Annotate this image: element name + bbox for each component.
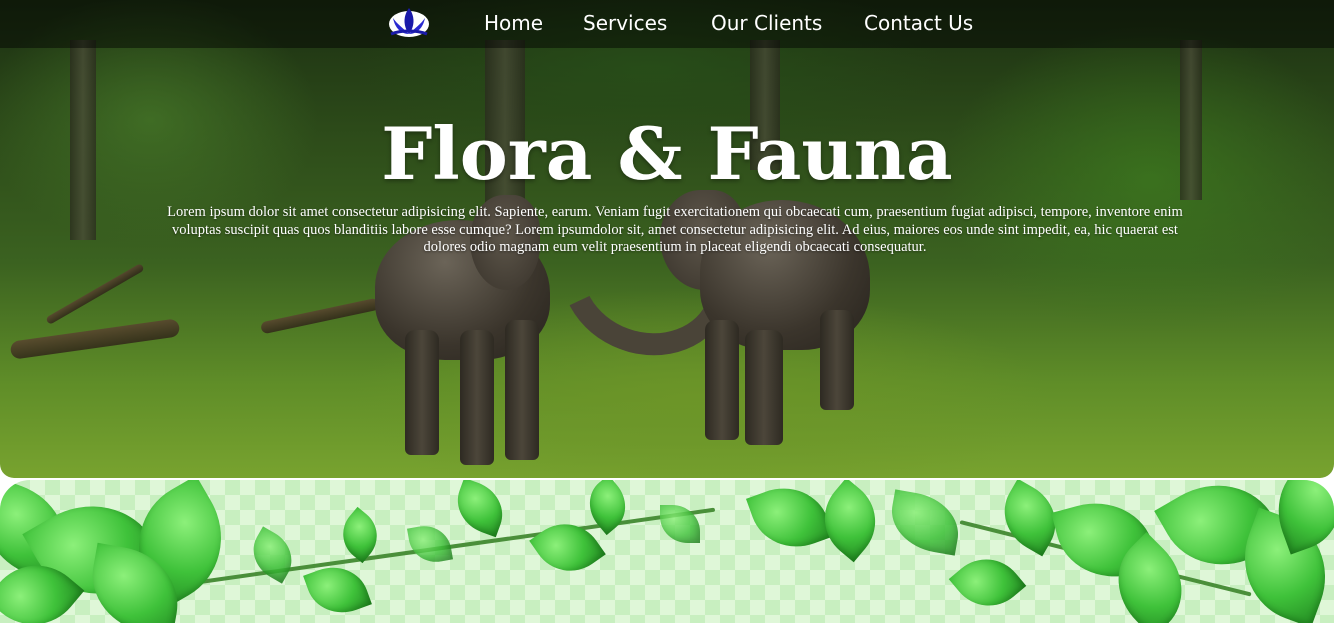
nav-item-our-clients[interactable]: Our Clients	[711, 11, 822, 35]
hero-banner: Flora & Fauna Lorem ipsum dolor sit amet…	[0, 0, 1334, 478]
nav-item-home[interactable]: Home	[484, 11, 543, 35]
top-navbar: Home Services Our Clients Contact Us	[0, 0, 1334, 48]
hero-description: Lorem ipsum dolor sit amet consectetur a…	[167, 204, 1183, 255]
lotus-logo-icon[interactable]	[387, 4, 431, 40]
green-leaves-vine-image	[0, 480, 1334, 623]
nav-item-contact-us[interactable]: Contact Us	[864, 11, 973, 35]
hero-title: Flora & Fauna	[381, 111, 953, 196]
nav-item-services[interactable]: Services	[583, 11, 667, 35]
